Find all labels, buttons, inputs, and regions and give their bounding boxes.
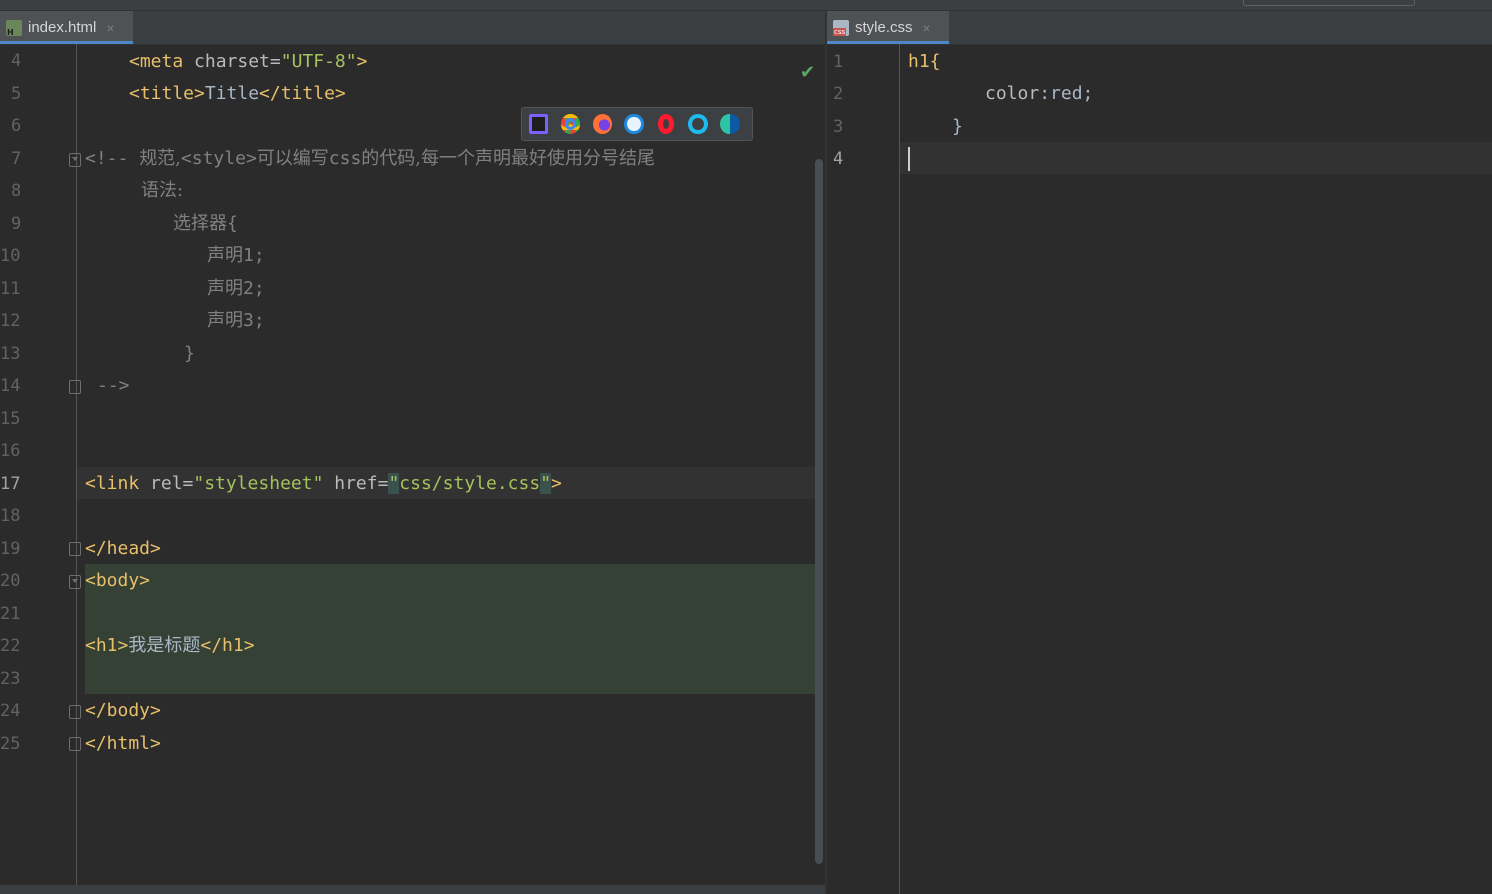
line-number-current: 4 [833, 149, 844, 169]
line-number: 2 [833, 84, 844, 104]
code-line-14-comment[interactable]: --> [97, 370, 130, 402]
vertical-scrollbar[interactable] [815, 159, 823, 864]
code-line-22[interactable]: <h1>我是标题</h1> [85, 630, 255, 662]
tab-label: style.css [855, 19, 913, 36]
line-number: 6 [11, 116, 22, 136]
code-line-19[interactable]: </head> [85, 533, 161, 565]
code-line-13-comment[interactable]: } [184, 338, 195, 370]
code-line-25[interactable]: </html> [85, 728, 161, 760]
line-number: 13 [0, 344, 21, 364]
line-number: 25 [0, 734, 21, 754]
chrome-icon[interactable] [560, 114, 581, 134]
right-tab-bar: style.css × [827, 11, 1492, 45]
css-line-3[interactable]: } [952, 111, 963, 143]
code-line-11-comment[interactable]: 声明2; [207, 273, 265, 305]
fold-end-icon[interactable] [69, 380, 81, 394]
open-in-browser-popup [521, 107, 753, 141]
code-line-9-comment[interactable]: 选择器{ [173, 208, 238, 240]
fold-toggle-icon[interactable] [69, 153, 81, 167]
line-number: 16 [0, 441, 21, 461]
line-number: 4 [11, 51, 22, 71]
code-line-7-comment[interactable]: <!-- 规范,<style>可以编写css的代码,每一个声明最好使用分号结尾 [85, 143, 655, 175]
current-line-highlight [900, 142, 1492, 174]
code-line-24[interactable]: </body> [85, 695, 161, 727]
css-file-icon [833, 19, 849, 36]
line-number: 18 [0, 506, 21, 526]
line-number: 7 [11, 149, 22, 169]
tab-label: index.html [28, 19, 97, 36]
fold-toggle-icon[interactable] [69, 575, 81, 589]
close-icon[interactable]: × [106, 20, 114, 36]
line-number: 3 [833, 117, 844, 137]
line-number: 19 [0, 539, 21, 559]
line-number: 12 [0, 311, 21, 331]
code-line-20[interactable]: <body> [85, 565, 150, 597]
ie-icon[interactable] [688, 114, 708, 134]
code-line-8-comment[interactable]: 语法: [141, 175, 183, 207]
fold-end-icon[interactable] [69, 705, 81, 719]
html-file-icon [6, 19, 22, 37]
css-line-2[interactable]: color:red; [985, 78, 1093, 110]
line-number-current: 17 [0, 474, 21, 494]
line-number: 1 [833, 52, 844, 72]
tab-style-css[interactable]: style.css × [827, 11, 949, 44]
tab-index-html[interactable]: index.html × [0, 11, 133, 44]
horizontal-scrollbar-area[interactable] [0, 885, 825, 894]
text-cursor [908, 147, 910, 171]
line-number: 24 [0, 701, 21, 721]
line-number: 14 [0, 376, 21, 396]
no-problems-check-icon[interactable]: ✔ [800, 62, 815, 83]
line-number: 8 [11, 181, 22, 201]
editor-pane-index-html: index.html × 4 5 6 7 8 9 10 11 12 13 14 … [0, 11, 825, 894]
safari-icon[interactable] [624, 114, 644, 134]
code-line-12-comment[interactable]: 声明3; [207, 305, 265, 337]
code-line-10-comment[interactable]: 声明1; [207, 240, 265, 272]
editor-pane-style-css: style.css × 1 2 3 4 h1{ color:red; } [827, 11, 1492, 894]
run-config-dropdown[interactable] [1243, 0, 1415, 6]
line-number: 11 [0, 279, 21, 299]
line-number: 9 [11, 214, 22, 234]
css-line-1[interactable]: h1{ [908, 46, 941, 78]
line-number: 22 [0, 636, 21, 656]
edge-icon[interactable] [720, 114, 740, 134]
top-toolbar-strip [0, 0, 1492, 11]
close-icon[interactable]: × [923, 20, 931, 36]
opera-icon[interactable] [658, 114, 674, 134]
intellij-icon[interactable] [529, 114, 549, 134]
fold-end-icon[interactable] [69, 737, 81, 751]
line-number: 21 [0, 604, 21, 624]
code-line-4[interactable]: <meta charset="UTF-8"> [129, 46, 367, 78]
line-number: 15 [0, 409, 21, 429]
code-line-17[interactable]: <link rel="stylesheet" href="css/style.c… [85, 468, 562, 500]
line-number: 5 [11, 84, 22, 104]
fold-end-icon[interactable] [69, 542, 81, 556]
code-line-5[interactable]: <title>Title</title> [129, 78, 346, 110]
line-number: 23 [0, 669, 21, 689]
line-number: 20 [0, 571, 21, 591]
firefox-icon[interactable] [592, 114, 612, 134]
line-number: 10 [0, 246, 21, 266]
left-tab-bar: index.html × [0, 11, 825, 45]
